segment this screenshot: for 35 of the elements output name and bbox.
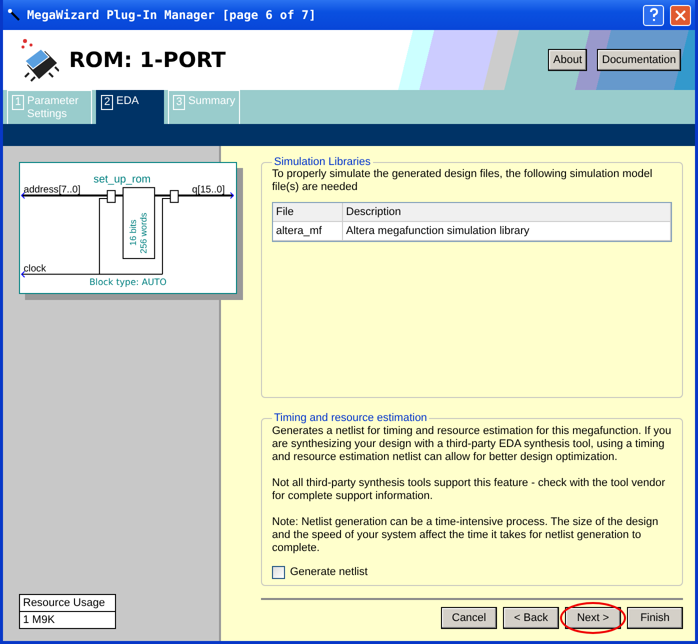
wizard-button[interactable]: Finish <box>627 607 683 629</box>
table-cell: Altera megafunction simulation library <box>343 222 671 240</box>
close-button[interactable] <box>670 4 691 26</box>
megafunction-title: ROM: 1-PORT <box>69 48 227 72</box>
wizard-tab[interactable]: 2 EDA <box>96 90 164 124</box>
info-paragraph: Not all third-party synthesis tools support this feature - check with the tool vendor for complete support information. <box>272 477 666 503</box>
resource-usage-heading: Resource Usage <box>22 596 106 611</box>
column-header[interactable]: File <box>273 203 343 221</box>
wand-icon <box>7 8 21 22</box>
wizard-button[interactable]: Cancel <box>441 607 497 629</box>
info-paragraph: Generates a netlist for timing and resource estimation for this megafunction. If you are synthesizing your design with a third-party EDA synthesis tool, using a timing and resource estimation netlist can allow for better design optimization. <box>272 425 672 464</box>
output-port-label: q[15..0] <box>192 184 225 196</box>
group-title: Simulation Libraries <box>273 156 372 168</box>
resource-usage-value: 1 M9K <box>20 611 115 628</box>
checkbox-label: Generate netlist <box>290 566 368 579</box>
wizard-button[interactable]: < Back <box>503 607 559 629</box>
group-title: Timing and resource estimation <box>273 412 428 425</box>
window-title: MegaWizard Plug-In Manager [page 6 of 7] <box>27 8 317 22</box>
info-paragraph: Note: Netlist generation can be a time-intensive process. The size of the design and the speed of your system affect the time it takes for netlist generation to complete. <box>272 516 660 555</box>
table-cell: altera_mf <box>273 222 343 240</box>
wizard-button[interactable]: Next > <box>565 607 621 629</box>
help-button[interactable] <box>643 4 664 26</box>
clock-port-label: clock <box>24 263 46 274</box>
block-type-label: Block type: AUTO <box>89 278 167 288</box>
block-name: set_up_rom <box>94 174 151 186</box>
simulation-description: To properly simulate the generated design files, the following simulation model file(s) are needed <box>272 168 654 194</box>
input-port-label: address[7..0] <box>24 184 80 196</box>
question-icon <box>648 8 658 22</box>
chip-logo-icon <box>19 37 59 83</box>
column-header[interactable]: Description <box>343 203 671 221</box>
netlist-checkbox[interactable] <box>272 566 285 579</box>
close-icon <box>675 10 686 20</box>
header-button[interactable]: Documentation <box>597 49 681 71</box>
memory-size-label: 16 bits 256 words <box>128 212 149 254</box>
header-button[interactable]: About <box>548 49 587 71</box>
